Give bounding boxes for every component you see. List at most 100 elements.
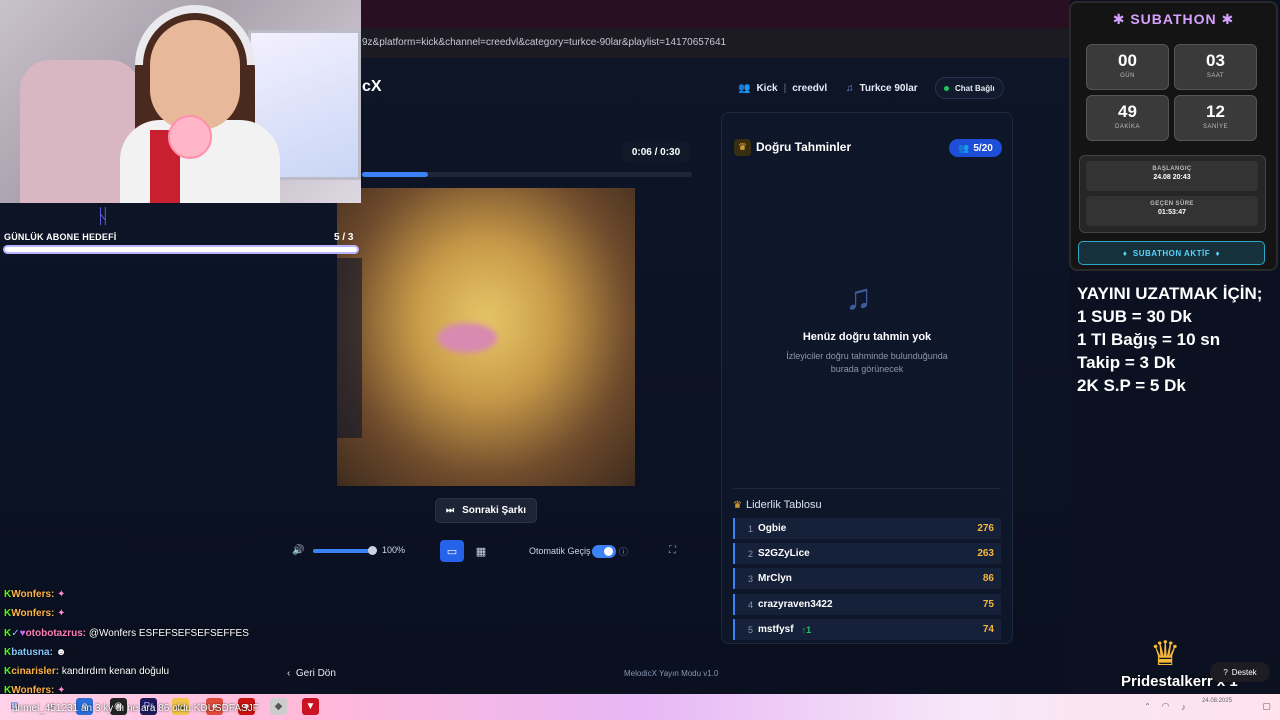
leaderboard-rank: 5 <box>747 624 753 635</box>
leaderboard-user: mstfysf <box>758 624 794 635</box>
extend-stream-rules: YAYINI UZATMAK İÇİN; 1 SUB = 30 Dk 1 Tl … <box>1077 282 1262 397</box>
help-icon: ? <box>1223 667 1228 677</box>
app-icon[interactable]: ▼ <box>302 698 319 715</box>
subathon-title: ✱ SUBATHON ✱ <box>1069 11 1278 28</box>
subathon-start: BAŞLANGIÇ 24.08 20:43 <box>1086 161 1258 191</box>
leaderboard-rank: 1 <box>747 523 753 534</box>
leaderboard-score: 263 <box>977 548 994 559</box>
guesses-count: 5/20 <box>973 142 993 154</box>
extend-rule: 2K S.P = 5 Dk <box>1077 376 1186 395</box>
leaderboard-row: 2 S2GZyLice 263 <box>733 543 1001 564</box>
subathon-minutes: 49 DAKİKA <box>1086 95 1169 141</box>
divider <box>733 488 1001 489</box>
app-icon[interactable]: ◆ <box>270 698 287 715</box>
chat-status-label: Chat Bağlı <box>955 83 995 93</box>
support-button[interactable]: ? Destek <box>1210 662 1270 682</box>
chat-message: K✓♥otobotazrus: @Wonfers ESFEFSEFSEFSEFF… <box>4 628 249 639</box>
chat-username: batusna: <box>11 647 53 658</box>
support-label: Destek <box>1231 667 1257 677</box>
fullscreen-icon[interactable]: ⛶ <box>669 545 676 556</box>
empty-state-description: İzleyiciler doğru tahminde bulunduğunda … <box>786 351 948 374</box>
leaderboard-row: 3 MrClyn 86 <box>733 568 1001 589</box>
auto-advance-label: Otomatik Geçiş <box>529 546 591 556</box>
platform-channel-info: 👥 Kick | creedvl <box>738 77 827 99</box>
leaderboard-score: 276 <box>977 523 994 534</box>
guesses-title: Doğru Tahminler <box>756 140 852 154</box>
chat-username: cinarisler: <box>11 666 60 677</box>
extend-rule: YAYINI UZATMAK İÇİN; <box>1077 284 1263 303</box>
leaderboard-score: 86 <box>982 573 994 584</box>
users-icon: 👥 <box>738 82 751 94</box>
chat-ticker: anmel_451231 an 3 ky dı ne ara 86 oldu K… <box>12 703 259 714</box>
emote-icon: ✦ <box>57 608 66 619</box>
subathon-elapsed-value: 01:53:47 <box>1157 209 1187 216</box>
auto-advance-toggle-knob[interactable] <box>604 547 613 556</box>
chat-username: Wonfers: <box>11 589 55 600</box>
subathon-days-value: 00 <box>1118 51 1137 70</box>
category-info: ♫ Turkce 90lar <box>846 77 918 99</box>
crown-icon: ♛ <box>734 139 751 156</box>
subathon-days-label: GÜN <box>1120 73 1135 79</box>
leaderboard-rank: 3 <box>747 573 753 584</box>
sub-goal-label: GÜNLÜK ABONE HEDEFİ <box>4 232 117 242</box>
url-text[interactable]: 9z&platform=kick&channel=creedvl&categor… <box>362 37 726 48</box>
leaderboard-title-text: Liderlik Tablosu <box>745 499 822 511</box>
subathon-days: 00 GÜN <box>1086 44 1169 90</box>
leaderboard-score: 75 <box>982 599 994 610</box>
speaker-icon[interactable]: ♪ <box>1175 698 1192 715</box>
empty-state-title: Henüz doğru tahmin yok <box>802 331 932 343</box>
leaderboard-row: 5 mstfysf ↑1 74 <box>733 619 1001 640</box>
monitor-mode-icon[interactable]: ▭ <box>440 540 464 562</box>
subathon-active-label: SUBATHON AKTİF <box>1132 248 1211 258</box>
volume-fill <box>313 549 373 553</box>
film-mode-icon[interactable]: ▦ <box>470 540 492 562</box>
subathon-start-value: 24.08 20:43 <box>1153 174 1191 181</box>
chevron-left-icon: ‹ <box>287 668 291 679</box>
notification-icon[interactable]: ▢ <box>1258 698 1275 715</box>
wifi-icon[interactable]: ◠ <box>1157 698 1174 715</box>
leaderboard-trend: ↑1 <box>801 624 812 635</box>
subathon-elapsed: GEÇEN SÜRE 01:53:47 <box>1086 196 1258 226</box>
webcam-feed <box>0 0 361 203</box>
subathon-hours-label: SAAT <box>1206 73 1225 79</box>
skip-next-icon: ⏭ <box>445 505 455 515</box>
emote-icon: ☻ <box>55 647 67 658</box>
app-logo: cX <box>362 78 382 95</box>
music-note-icon: ♫ <box>845 276 872 317</box>
volume-slider-handle[interactable] <box>368 546 377 555</box>
next-song-button[interactable]: ⏭ Sonraki Şarkı <box>435 498 537 523</box>
volume-icon[interactable]: 🔊 <box>292 545 304 556</box>
chat-message: Kcinarisler: kandırdım kenan doğulu <box>4 666 169 677</box>
chat-message: KWonfers: ✦ <box>4 589 66 600</box>
subathon-title-text: SUBATHON <box>1130 11 1217 27</box>
diamond-icon: ♦ <box>1122 248 1133 258</box>
song-progress-bar[interactable] <box>362 172 692 177</box>
leaderboard-score: 74 <box>982 624 994 635</box>
back-label: Geri Dön <box>295 668 336 679</box>
crown-icon: ♛ <box>1150 635 1181 673</box>
chevron-up-icon[interactable]: ⌃ <box>1139 698 1156 715</box>
leaderboard-user: Ogbie <box>758 523 787 534</box>
next-song-label: Sonraki Şarkı <box>462 505 527 516</box>
guesses-panel <box>721 112 1013 644</box>
platform-name: Kick <box>756 82 778 94</box>
chat-status-badge: Chat Bağlı <box>935 77 1004 99</box>
back-button[interactable]: ‹ Geri Dön <box>287 668 336 679</box>
info-icon[interactable]: ⓘ <box>619 545 628 558</box>
users-icon: 👥 <box>958 142 970 153</box>
leaderboard-title: ♛ Liderlik Tablosu <box>733 499 822 511</box>
leaderboard-row: 1 Ogbie 276 <box>733 518 1001 539</box>
subathon-start-label: BAŞLANGIÇ <box>1152 166 1192 172</box>
chat-text: @Wonfers ESFEFSEFSEFSEFFES <box>88 628 249 639</box>
volume-slider[interactable] <box>313 549 373 553</box>
emote-icon: ✦ <box>57 589 66 600</box>
category-name: Turkce 90lar <box>859 82 918 94</box>
sub-goal-progress-bar <box>3 245 359 254</box>
status-dot-icon <box>944 85 949 91</box>
sparkle-icon: ✱ <box>1112 11 1131 27</box>
song-progress-fill <box>362 172 428 177</box>
chat-username: Wonfers: <box>11 608 55 619</box>
sub-goal-count: 5 / 3 <box>334 232 354 243</box>
crown-icon: ♛ <box>733 499 742 511</box>
leaderboard-rank: 4 <box>747 599 753 610</box>
